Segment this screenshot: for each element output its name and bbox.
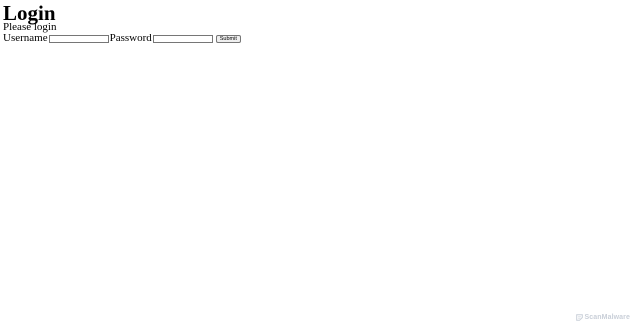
- username-label: Username: [3, 32, 48, 44]
- username-field[interactable]: [48, 34, 109, 43]
- page: Login Please login Username Password Sub…: [0, 0, 640, 331]
- password-field[interactable]: [152, 34, 213, 43]
- watermark: ScanMalware: [575, 314, 630, 321]
- watermark-text: ScanMalware: [584, 314, 630, 321]
- submit-button[interactable]: Submit: [215, 34, 241, 43]
- password-label: Password: [109, 32, 152, 44]
- scanmalware-logo-icon: [575, 314, 583, 321]
- login-form: Username Password Submit: [3, 32, 241, 45]
